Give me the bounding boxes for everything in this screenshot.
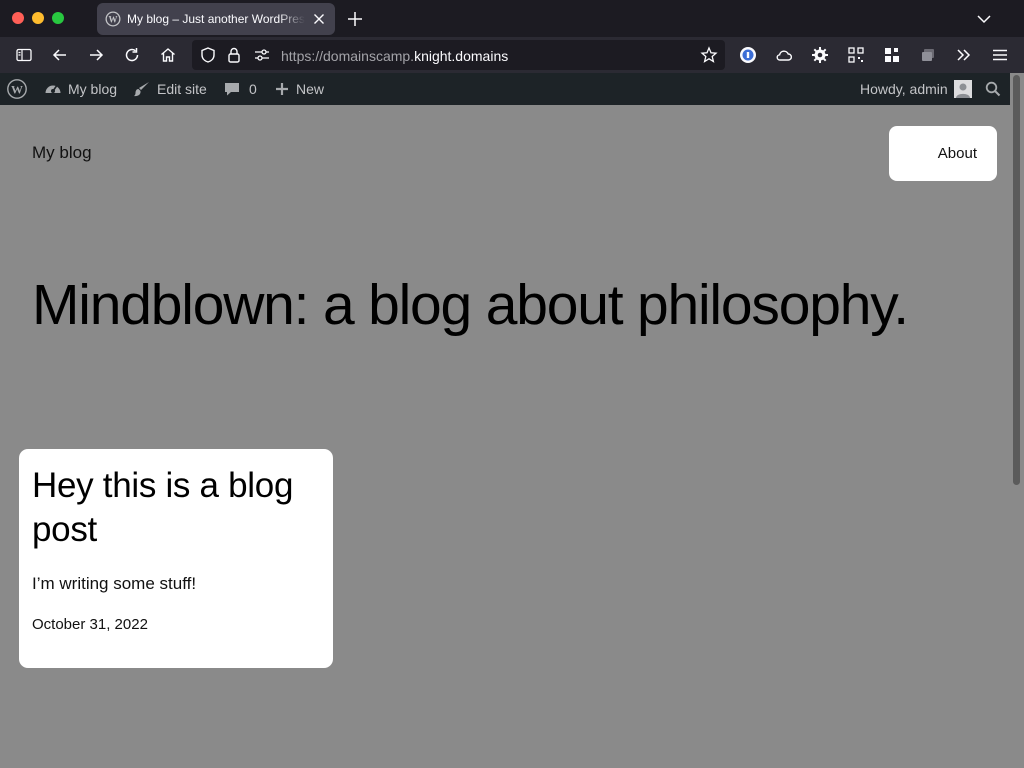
menu-icon[interactable]: [991, 46, 1009, 64]
extensions-grid-icon[interactable]: [883, 46, 901, 64]
back-arrow-icon[interactable]: [51, 46, 69, 64]
wp-logo-menu[interactable]: W: [7, 73, 27, 105]
site-settings-icon[interactable]: [253, 46, 271, 64]
reload-icon[interactable]: [123, 46, 141, 64]
nav-about-link[interactable]: About: [889, 126, 997, 181]
overflow-icon[interactable]: [955, 46, 973, 64]
admin-search[interactable]: [985, 73, 1001, 105]
new-content-menu[interactable]: New: [274, 73, 324, 105]
home-icon[interactable]: [159, 46, 177, 64]
window-minimize-button[interactable]: [32, 12, 44, 24]
svg-text:W: W: [11, 83, 23, 97]
search-icon: [985, 81, 1001, 97]
browser-toolbar: https://domainscamp.knight.domains: [0, 37, 1024, 73]
tab-title: My blog – Just another WordPress site: [127, 12, 305, 26]
shield-icon[interactable]: [199, 46, 217, 64]
post-date: October 31, 2022: [32, 616, 148, 633]
wp-admin-bar: W My blog Edit site 0 New Howdy, admin: [0, 73, 1010, 105]
post-card: Hey this is a blog post I’m writing some…: [19, 449, 333, 668]
cloud-icon[interactable]: [775, 46, 793, 64]
containers-icon[interactable]: [919, 46, 937, 64]
forward-arrow-icon[interactable]: [87, 46, 105, 64]
comment-icon: [225, 83, 239, 96]
wordpress-icon: W: [105, 11, 121, 27]
url-bar[interactable]: https://domainscamp.knight.domains: [192, 40, 725, 70]
howdy-label: Howdy, admin: [860, 81, 948, 97]
password-manager-icon[interactable]: [739, 46, 757, 64]
qr-code-icon[interactable]: [847, 46, 865, 64]
page-scrollbar[interactable]: [1010, 73, 1024, 768]
lock-icon[interactable]: [225, 46, 243, 64]
url-text[interactable]: https://domainscamp.knight.domains: [281, 48, 508, 64]
edit-site-menu[interactable]: Edit site: [133, 73, 207, 105]
comments-menu[interactable]: 0: [223, 73, 257, 105]
site-name-menu[interactable]: My blog: [44, 73, 117, 105]
gear-icon[interactable]: [811, 46, 829, 64]
edit-site-label: Edit site: [157, 81, 207, 97]
comments-count: 0: [249, 81, 257, 97]
svg-text:W: W: [109, 15, 118, 25]
sidebar-icon[interactable]: [15, 46, 33, 64]
chevron-down-icon[interactable]: [976, 11, 992, 27]
window-close-button[interactable]: [12, 12, 24, 24]
plus-icon: [276, 83, 288, 95]
star-icon[interactable]: [700, 46, 718, 64]
page-heading: Mindblown: a blog about philosophy.: [32, 273, 909, 337]
brush-icon: [134, 82, 149, 97]
avatar-icon: [953, 80, 972, 98]
new-label: New: [296, 81, 325, 97]
browser-tab[interactable]: W My blog – Just another WordPress site: [97, 3, 335, 35]
new-tab-plus-icon[interactable]: [346, 10, 364, 28]
post-title[interactable]: Hey this is a blog post: [32, 464, 322, 552]
browser-tab-bar: W My blog – Just another WordPress site: [0, 0, 1024, 37]
my-account-menu[interactable]: Howdy, admin: [860, 73, 972, 105]
dashboard-icon: [45, 85, 61, 93]
scrollbar-thumb[interactable]: [1013, 75, 1020, 485]
window-zoom-button[interactable]: [52, 12, 64, 24]
close-icon[interactable]: [311, 11, 327, 27]
site-title[interactable]: My blog: [32, 143, 92, 163]
post-excerpt: I’m writing some stuff!: [32, 574, 197, 593]
wordpress-icon: W: [7, 79, 27, 99]
site-name-label: My blog: [68, 81, 118, 97]
nav-about-label: About: [937, 145, 977, 162]
url-prefix: https://domainscamp.: [281, 48, 415, 64]
url-domain: knight.domains: [414, 48, 509, 64]
